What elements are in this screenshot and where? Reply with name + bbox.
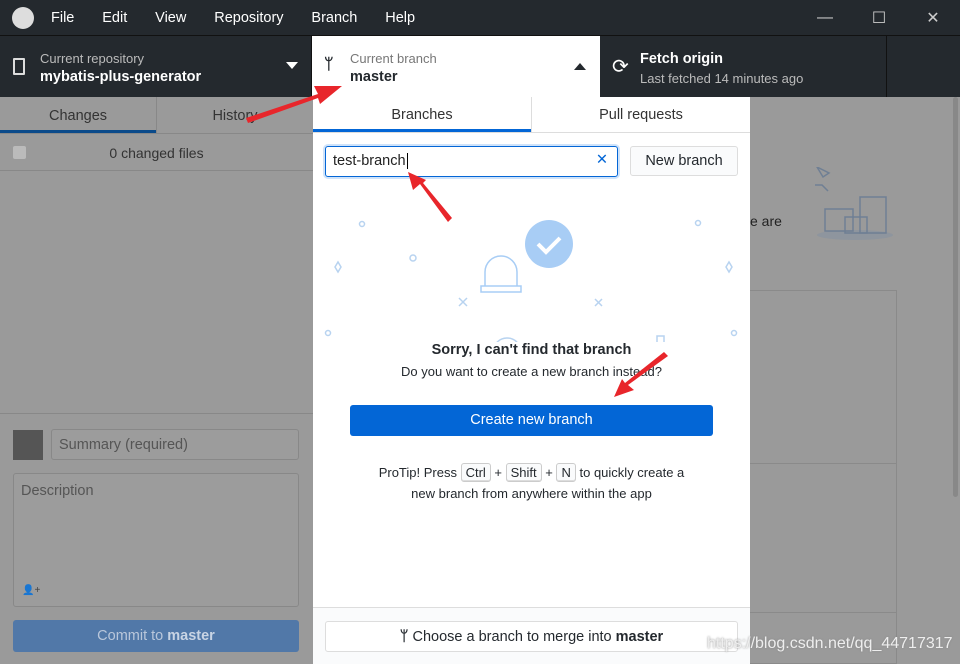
- clear-icon[interactable]: ✕: [596, 152, 608, 168]
- menu-repository[interactable]: Repository: [214, 10, 283, 26]
- key-n: N: [556, 463, 576, 482]
- watermark: https://blog.csdn.net/qq_44717317: [707, 635, 953, 652]
- tab-branches[interactable]: Branches: [313, 97, 531, 132]
- scrollbar[interactable]: [953, 97, 958, 497]
- add-coauthor-icon[interactable]: 👤+: [22, 585, 40, 596]
- tab-history[interactable]: History: [156, 97, 313, 133]
- toolbar: Current repository mybatis-plus-generato…: [0, 35, 960, 98]
- maximize-icon[interactable]: ☐: [852, 0, 906, 35]
- summary-input[interactable]: Summary (required): [51, 429, 299, 460]
- menu-edit[interactable]: Edit: [102, 10, 127, 26]
- menu-help[interactable]: Help: [385, 10, 415, 26]
- key-shift: Shift: [505, 463, 542, 482]
- github-logo-icon: [12, 6, 34, 29]
- merge-icon: ᛘ: [399, 629, 413, 645]
- current-repository-button[interactable]: Current repository mybatis-plus-generato…: [0, 36, 312, 98]
- changed-files-count: 0 changed files: [109, 145, 204, 161]
- key-ctrl: Ctrl: [460, 463, 491, 482]
- commit-form: Summary (required) Description 👤+ Commit…: [0, 413, 313, 664]
- close-icon[interactable]: ✕: [906, 0, 960, 35]
- caret-up-icon: [574, 63, 586, 70]
- empty-subtitle: Do you want to create a new branch inste…: [401, 364, 662, 379]
- empty-title: Sorry, I can't find that branch: [431, 342, 632, 358]
- tab-pull-requests[interactable]: Pull requests: [531, 97, 750, 132]
- tab-changes[interactable]: Changes: [0, 97, 156, 133]
- branch-icon: ᛘ: [324, 56, 334, 73]
- new-branch-button[interactable]: New branch: [630, 146, 738, 176]
- avatar: [13, 430, 43, 460]
- current-branch-button[interactable]: ᛘ Current branch master: [312, 36, 600, 98]
- fetch-origin-button[interactable]: ⟳ Fetch origin Last fetched 14 minutes a…: [600, 36, 887, 98]
- no-branches-illustration-icon: [324, 219, 738, 342]
- commit-button[interactable]: Commit to master: [13, 620, 299, 652]
- sync-icon: ⟳: [612, 56, 629, 78]
- description-input[interactable]: Description 👤+: [13, 473, 299, 607]
- changes-panel: Changes History 0 changed files Summary …: [0, 97, 313, 664]
- create-new-branch-button[interactable]: Create new branch: [350, 405, 713, 436]
- repo-icon: [13, 58, 25, 75]
- merge-branch-button[interactable]: ᛘ Choose a branch to merge into master: [325, 621, 738, 652]
- select-all-checkbox[interactable]: [13, 146, 26, 159]
- protip: ProTip! Press Ctrl + Shift + N to quickl…: [378, 463, 685, 501]
- menu-bar: File Edit View Repository Branch Help: [51, 9, 439, 26]
- branch-filter-input[interactable]: test-branch ✕: [325, 146, 618, 177]
- minimize-icon[interactable]: —: [798, 0, 852, 35]
- main-content: e are: [750, 97, 960, 664]
- menu-branch[interactable]: Branch: [311, 10, 357, 26]
- title-bar: File Edit View Repository Branch Help — …: [0, 0, 960, 35]
- branch-dropdown: Branches Pull requests test-branch ✕ New…: [313, 97, 750, 664]
- empty-state-illustration-icon: [815, 167, 893, 240]
- suggestion-card: [750, 290, 897, 664]
- caret-down-icon: [286, 62, 298, 69]
- menu-file[interactable]: File: [51, 10, 74, 26]
- menu-view[interactable]: View: [155, 10, 186, 26]
